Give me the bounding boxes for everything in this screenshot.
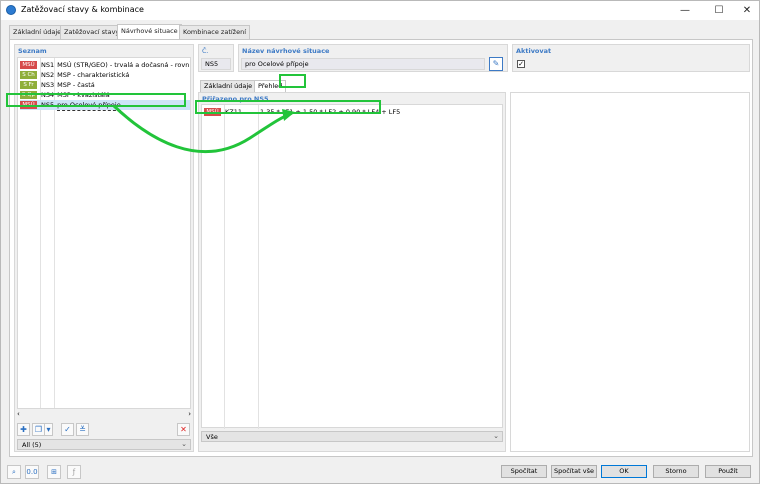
scroll-left-icon[interactable]: ‹ [17, 410, 20, 418]
search-icon[interactable]: ⌕ [7, 465, 21, 479]
maximize-button[interactable]: ☐ [705, 1, 733, 20]
list-item-code: NS2 [41, 71, 55, 79]
list-item-code: NS3 [41, 81, 55, 89]
tree-icon[interactable]: ⊞ [47, 465, 61, 479]
list-item[interactable]: MSÚ NS1 MSÚ (STR/GEO) - trvalá a dočasná -… [20, 60, 191, 70]
list-item[interactable]: S Ch NS2 MSP - charakteristická [20, 70, 190, 80]
ok-button[interactable]: OK [601, 465, 647, 478]
number-field: NS5 [201, 58, 231, 70]
list-item-text: MSP - kvazistálá [57, 91, 110, 99]
list-column-divider [54, 58, 55, 408]
bottom-bar: ⌕ 0.0 ⊞ ƒ Spočítat Spočítat vše OK Storn… [1, 459, 759, 483]
horizontal-scrollbar[interactable]: ‹ › [17, 410, 191, 419]
name-field-group: Název návrhové situace pro Ocelové přípo… [238, 44, 508, 72]
uncheck-icon[interactable]: ≚ [76, 423, 89, 436]
function-icon[interactable]: ƒ [67, 465, 81, 479]
subtab-overview[interactable]: Přehled [254, 80, 287, 92]
combination-row[interactable]: MSÚ KZ11 1.35 * LF1 + 1.50 * LF2 + 0.90 * … [204, 107, 404, 117]
list-item-badge: S Fr [20, 81, 37, 89]
preview-panel [510, 92, 750, 452]
assigned-filter-value: Vše [206, 433, 218, 441]
assigned-label: Přiřazeno pro NS5 [202, 95, 269, 103]
list-item[interactable]: S Qp NS4 MSP - kvazistálá [20, 90, 190, 100]
list-item-selected[interactable]: MSÚ NS5 pro Ocelové přípoje [20, 100, 190, 111]
tab-design-situations[interactable]: Návrhové situace [117, 24, 182, 40]
subtab-basic-data[interactable]: Základní údaje [200, 80, 257, 92]
minimize-button[interactable]: — [671, 1, 699, 20]
combination-formula: 1.35 * LF1 + 1.50 * LF2 + 0.90 * LF4 + L… [260, 108, 401, 116]
assigned-filter-select[interactable]: Vše ⌄ [201, 431, 503, 442]
list-column-divider [40, 58, 41, 408]
new-item-icon[interactable]: ✚ [17, 423, 30, 436]
list-item-code: NS4 [41, 91, 55, 99]
list-item-text: MSP - častá [57, 81, 95, 89]
cancel-button[interactable]: Storno [653, 465, 699, 478]
chevron-down-icon: ⌄ [493, 432, 499, 440]
edit-icon[interactable]: ✎ [489, 57, 503, 71]
tab-basic-data[interactable]: Základní údaje [9, 25, 66, 39]
app-logo-icon [6, 5, 16, 15]
copy-item-icon[interactable]: ❐ [32, 423, 45, 436]
list-item-badge: MSÚ [20, 61, 37, 69]
number-field-group: Č. NS5 [198, 44, 234, 72]
list-filter-select[interactable]: All (5) ⌄ [17, 439, 191, 450]
tab-content: Seznam MSÚ NS1 MSÚ (STR/GEO) - trvalá a do… [9, 39, 753, 457]
list-item-badge: MSÚ [20, 101, 37, 109]
activate-label: Aktivovat [516, 47, 552, 55]
list-toolbar: ✚ ❐ ▾ ✓ ≚ ✕ [17, 423, 191, 437]
list-item-code: NS1 [41, 61, 55, 69]
detail-panel: Č. NS5 Název návrhové situace pro Ocelov… [198, 44, 750, 452]
window-title: Zatěžovací stavy & kombinace [21, 5, 144, 14]
overview-panel: Přiřazeno pro NS5 MSÚ KZ11 1.35 * LF1 + 1.… [198, 92, 506, 452]
name-field[interactable]: pro Ocelové přípoje [241, 58, 485, 70]
list-filter-value: All (5) [22, 441, 42, 449]
list-item-badge: S Ch [20, 71, 37, 79]
combination-code: KZ11 [225, 108, 242, 116]
apply-button[interactable]: Použít [705, 465, 751, 478]
number-label: Č. [202, 47, 209, 55]
activate-group: Aktivovat ✓ [512, 44, 750, 72]
assigned-combinations-list[interactable]: MSÚ KZ11 1.35 * LF1 + 1.50 * LF2 + 0.90 * … [201, 104, 503, 429]
list-column-divider [258, 105, 259, 429]
tab-load-cases[interactable]: Zatěžovací stavy [60, 25, 124, 39]
units-icon[interactable]: 0.0 [25, 465, 39, 479]
list-column-divider [224, 105, 225, 429]
list-item-text: MSP - charakteristická [57, 71, 130, 79]
calculate-button[interactable]: Spočítat [501, 465, 547, 478]
list-item-badge: S Qp [20, 91, 37, 99]
list-panel: Seznam MSÚ NS1 MSÚ (STR/GEO) - trvalá a do… [14, 44, 194, 452]
list-item-text: MSÚ (STR/GEO) - trvalá a dočasná - rovn.… [57, 61, 191, 69]
activate-checkbox[interactable]: ✓ [517, 60, 525, 68]
close-button[interactable]: ✕ [733, 1, 760, 20]
title-bar: Zatěžovací stavy & kombinace — ☐ ✕ [1, 1, 759, 20]
copy-dropdown-icon[interactable]: ▾ [45, 423, 53, 436]
name-label: Název návrhové situace [242, 47, 330, 55]
dialog-window: Zatěžovací stavy & kombinace — ☐ ✕ Zákla… [0, 0, 760, 484]
chevron-down-icon: ⌄ [181, 440, 187, 448]
list-item[interactable]: S Fr NS3 MSP - častá [20, 80, 190, 90]
scroll-right-icon[interactable]: › [188, 410, 191, 418]
list-item-text: pro Ocelové přípoje [57, 101, 121, 111]
design-situation-list[interactable]: MSÚ NS1 MSÚ (STR/GEO) - trvalá a dočasná -… [17, 57, 191, 409]
delete-icon[interactable]: ✕ [177, 423, 190, 436]
tab-load-combinations[interactable]: Kombinace zatížení [179, 25, 251, 39]
list-section-label: Seznam [18, 47, 47, 55]
combination-badge: MSÚ [204, 108, 221, 116]
calculate-all-button[interactable]: Spočítat vše [551, 465, 597, 478]
check-icon[interactable]: ✓ [61, 423, 74, 436]
list-item-code: NS5 [41, 101, 55, 109]
